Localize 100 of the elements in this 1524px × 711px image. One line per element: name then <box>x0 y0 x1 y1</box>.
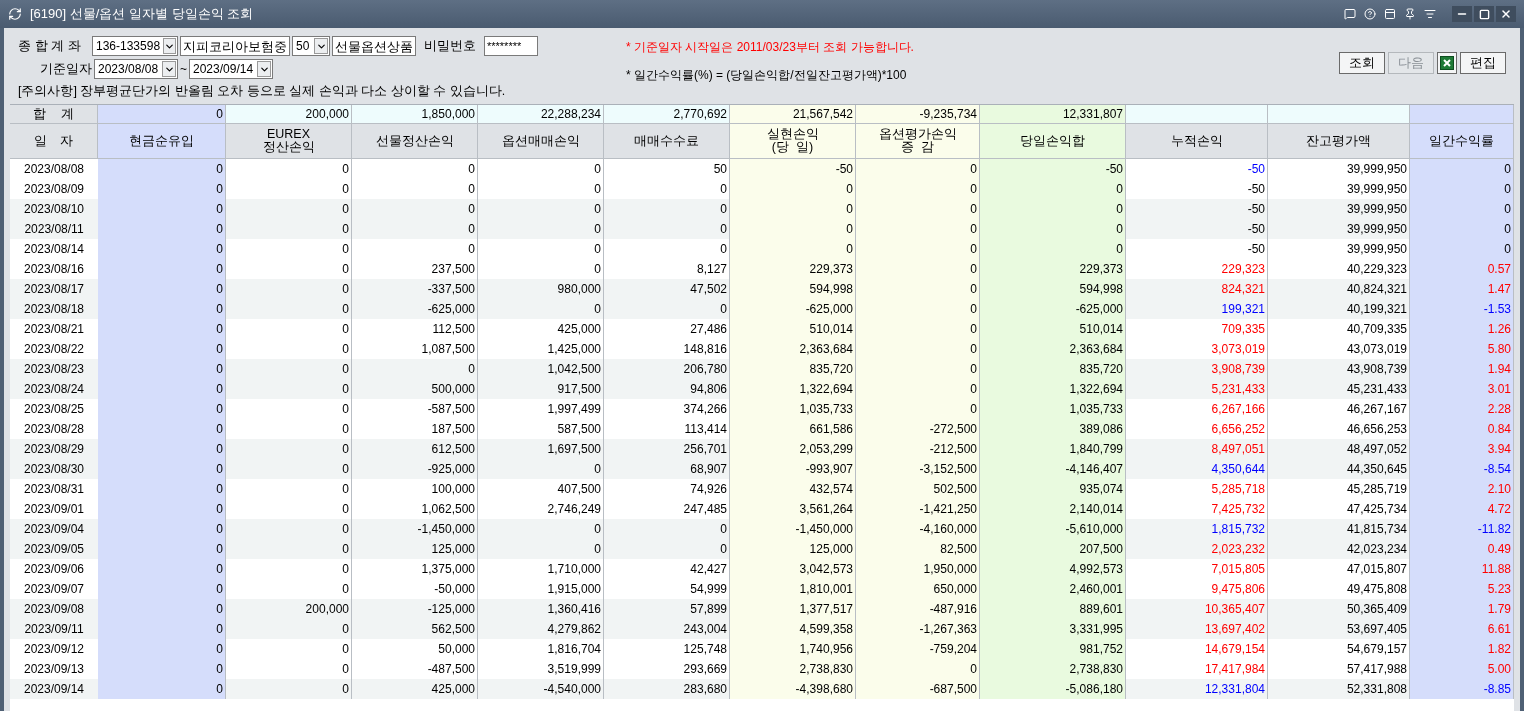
end-date-select[interactable]: 2023/09/14 <box>189 59 273 79</box>
action-button[interactable]: 편집 <box>1460 52 1506 74</box>
table-cell: 0 <box>856 359 980 379</box>
table-cell: 5,285,718 <box>1126 479 1268 499</box>
table-cell: 0 <box>98 299 226 319</box>
table-cell: -1,267,363 <box>856 619 980 639</box>
table-cell: -50 <box>730 159 856 179</box>
date-separator: ~ <box>180 61 187 78</box>
table-cell: 0 <box>730 179 856 199</box>
table-cell: 0 <box>226 319 352 339</box>
date-cell: 2023/09/07 <box>10 579 98 599</box>
table-cell: 0 <box>98 639 226 659</box>
table-cell: 0 <box>856 199 980 219</box>
list-menu-icon[interactable] <box>1424 8 1436 20</box>
password-field[interactable]: ******** <box>484 36 538 56</box>
table-cell: 206,780 <box>604 359 730 379</box>
table-cell: 2,023,232 <box>1126 539 1268 559</box>
table-cell: 47,015,807 <box>1268 559 1410 579</box>
table-cell: -11.82 <box>1410 519 1514 539</box>
table-cell: 2,363,684 <box>730 339 856 359</box>
column-header: 실현손익 (당 일) <box>730 124 856 158</box>
table-cell: 0 <box>478 299 604 319</box>
table-cell: 5.00 <box>1410 659 1514 679</box>
table-cell: 2,053,299 <box>730 439 856 459</box>
table-cell: 1.47 <box>1410 279 1514 299</box>
window-icon[interactable] <box>1384 8 1396 20</box>
table-cell: 1,997,499 <box>478 399 604 419</box>
date-range-note: * 기준일자 시작일은 2011/03/23부터 조회 가능합니다. <box>626 39 915 56</box>
table-cell: 0 <box>730 219 856 239</box>
table-cell: -272,500 <box>856 419 980 439</box>
help-icon[interactable] <box>1364 8 1376 20</box>
table-cell: -487,500 <box>352 659 478 679</box>
account-label: 종 합 계 좌 <box>18 37 82 56</box>
table-cell: 243,004 <box>604 619 730 639</box>
minimize-button[interactable] <box>1452 6 1472 22</box>
action-button[interactable]: 조회 <box>1339 52 1385 74</box>
table-cell: 47,425,734 <box>1268 499 1410 519</box>
table-cell: 7,015,805 <box>1126 559 1268 579</box>
table-cell: 374,266 <box>604 399 730 419</box>
table-cell: 39,999,950 <box>1268 219 1410 239</box>
column-header: 일간수익률 <box>1410 124 1514 158</box>
pin-icon[interactable] <box>1404 8 1416 20</box>
table-cell: 5,231,433 <box>1126 379 1268 399</box>
table-cell: 2,746,249 <box>478 499 604 519</box>
table-cell: 1,915,000 <box>478 579 604 599</box>
close-button[interactable] <box>1496 6 1516 22</box>
table-cell: 283,680 <box>604 679 730 699</box>
table-cell: 2,460,001 <box>980 579 1126 599</box>
table-cell: 0 <box>980 219 1126 239</box>
table-cell: 835,720 <box>980 359 1126 379</box>
table-cell: 1,360,416 <box>478 599 604 619</box>
column-header: 옵션평가손익 증 감 <box>856 124 980 158</box>
table-cell: 50 <box>604 159 730 179</box>
table-cell: 562,500 <box>352 619 478 639</box>
table-cell: 57,899 <box>604 599 730 619</box>
table-cell: 0 <box>604 219 730 239</box>
table-cell: 3.94 <box>1410 439 1514 459</box>
table-cell: 0 <box>98 539 226 559</box>
excel-export-button[interactable] <box>1437 52 1457 74</box>
sub-account-select[interactable]: 50 <box>292 36 330 56</box>
table-cell: -1,450,000 <box>730 519 856 539</box>
table-cell: 0 <box>226 199 352 219</box>
table-cell: 0 <box>226 299 352 319</box>
table-cell: 0 <box>226 359 352 379</box>
table-cell: 2,140,014 <box>980 499 1126 519</box>
table-cell: 74,926 <box>604 479 730 499</box>
table-cell: 0 <box>98 359 226 379</box>
maximize-button[interactable] <box>1474 6 1494 22</box>
table-cell: 12,331,804 <box>1126 679 1268 699</box>
table-cell: 0 <box>226 619 352 639</box>
password-label: 비밀번호 <box>424 37 476 56</box>
account-name-field: 지피코리아보험중 <box>180 36 290 56</box>
table-cell: 389,086 <box>980 419 1126 439</box>
table-cell: 0 <box>604 539 730 559</box>
table-cell: 112,500 <box>352 319 478 339</box>
sum-cell: 2,770,692 <box>604 105 730 123</box>
table-cell: -50 <box>1126 159 1268 179</box>
table-cell: 0 <box>226 519 352 539</box>
spreadsheet-icon <box>1440 56 1454 70</box>
account-select[interactable]: 136-133598 <box>92 36 178 56</box>
table-cell: 0 <box>226 579 352 599</box>
table-cell: 4,599,358 <box>730 619 856 639</box>
table-cell: 40,229,323 <box>1268 259 1410 279</box>
table-cell: 0 <box>98 439 226 459</box>
sum-cell: 200,000 <box>226 105 352 123</box>
column-header: 현금순유입 <box>98 124 226 158</box>
table-cell: 1,035,733 <box>980 399 1126 419</box>
table-cell: 0 <box>352 239 478 259</box>
table-cell: 1,950,000 <box>856 559 980 579</box>
message-icon[interactable] <box>1344 8 1356 20</box>
table-cell: 125,000 <box>352 539 478 559</box>
date-cell: 2023/09/04 <box>10 519 98 539</box>
table-cell: -337,500 <box>352 279 478 299</box>
table-cell: 45,285,719 <box>1268 479 1410 499</box>
table-cell: 0 <box>226 259 352 279</box>
table-cell: 1,740,956 <box>730 639 856 659</box>
date-cell: 2023/09/13 <box>10 659 98 679</box>
table-cell: 7,425,732 <box>1126 499 1268 519</box>
start-date-select[interactable]: 2023/08/08 <box>94 59 178 79</box>
table-cell: -625,000 <box>730 299 856 319</box>
